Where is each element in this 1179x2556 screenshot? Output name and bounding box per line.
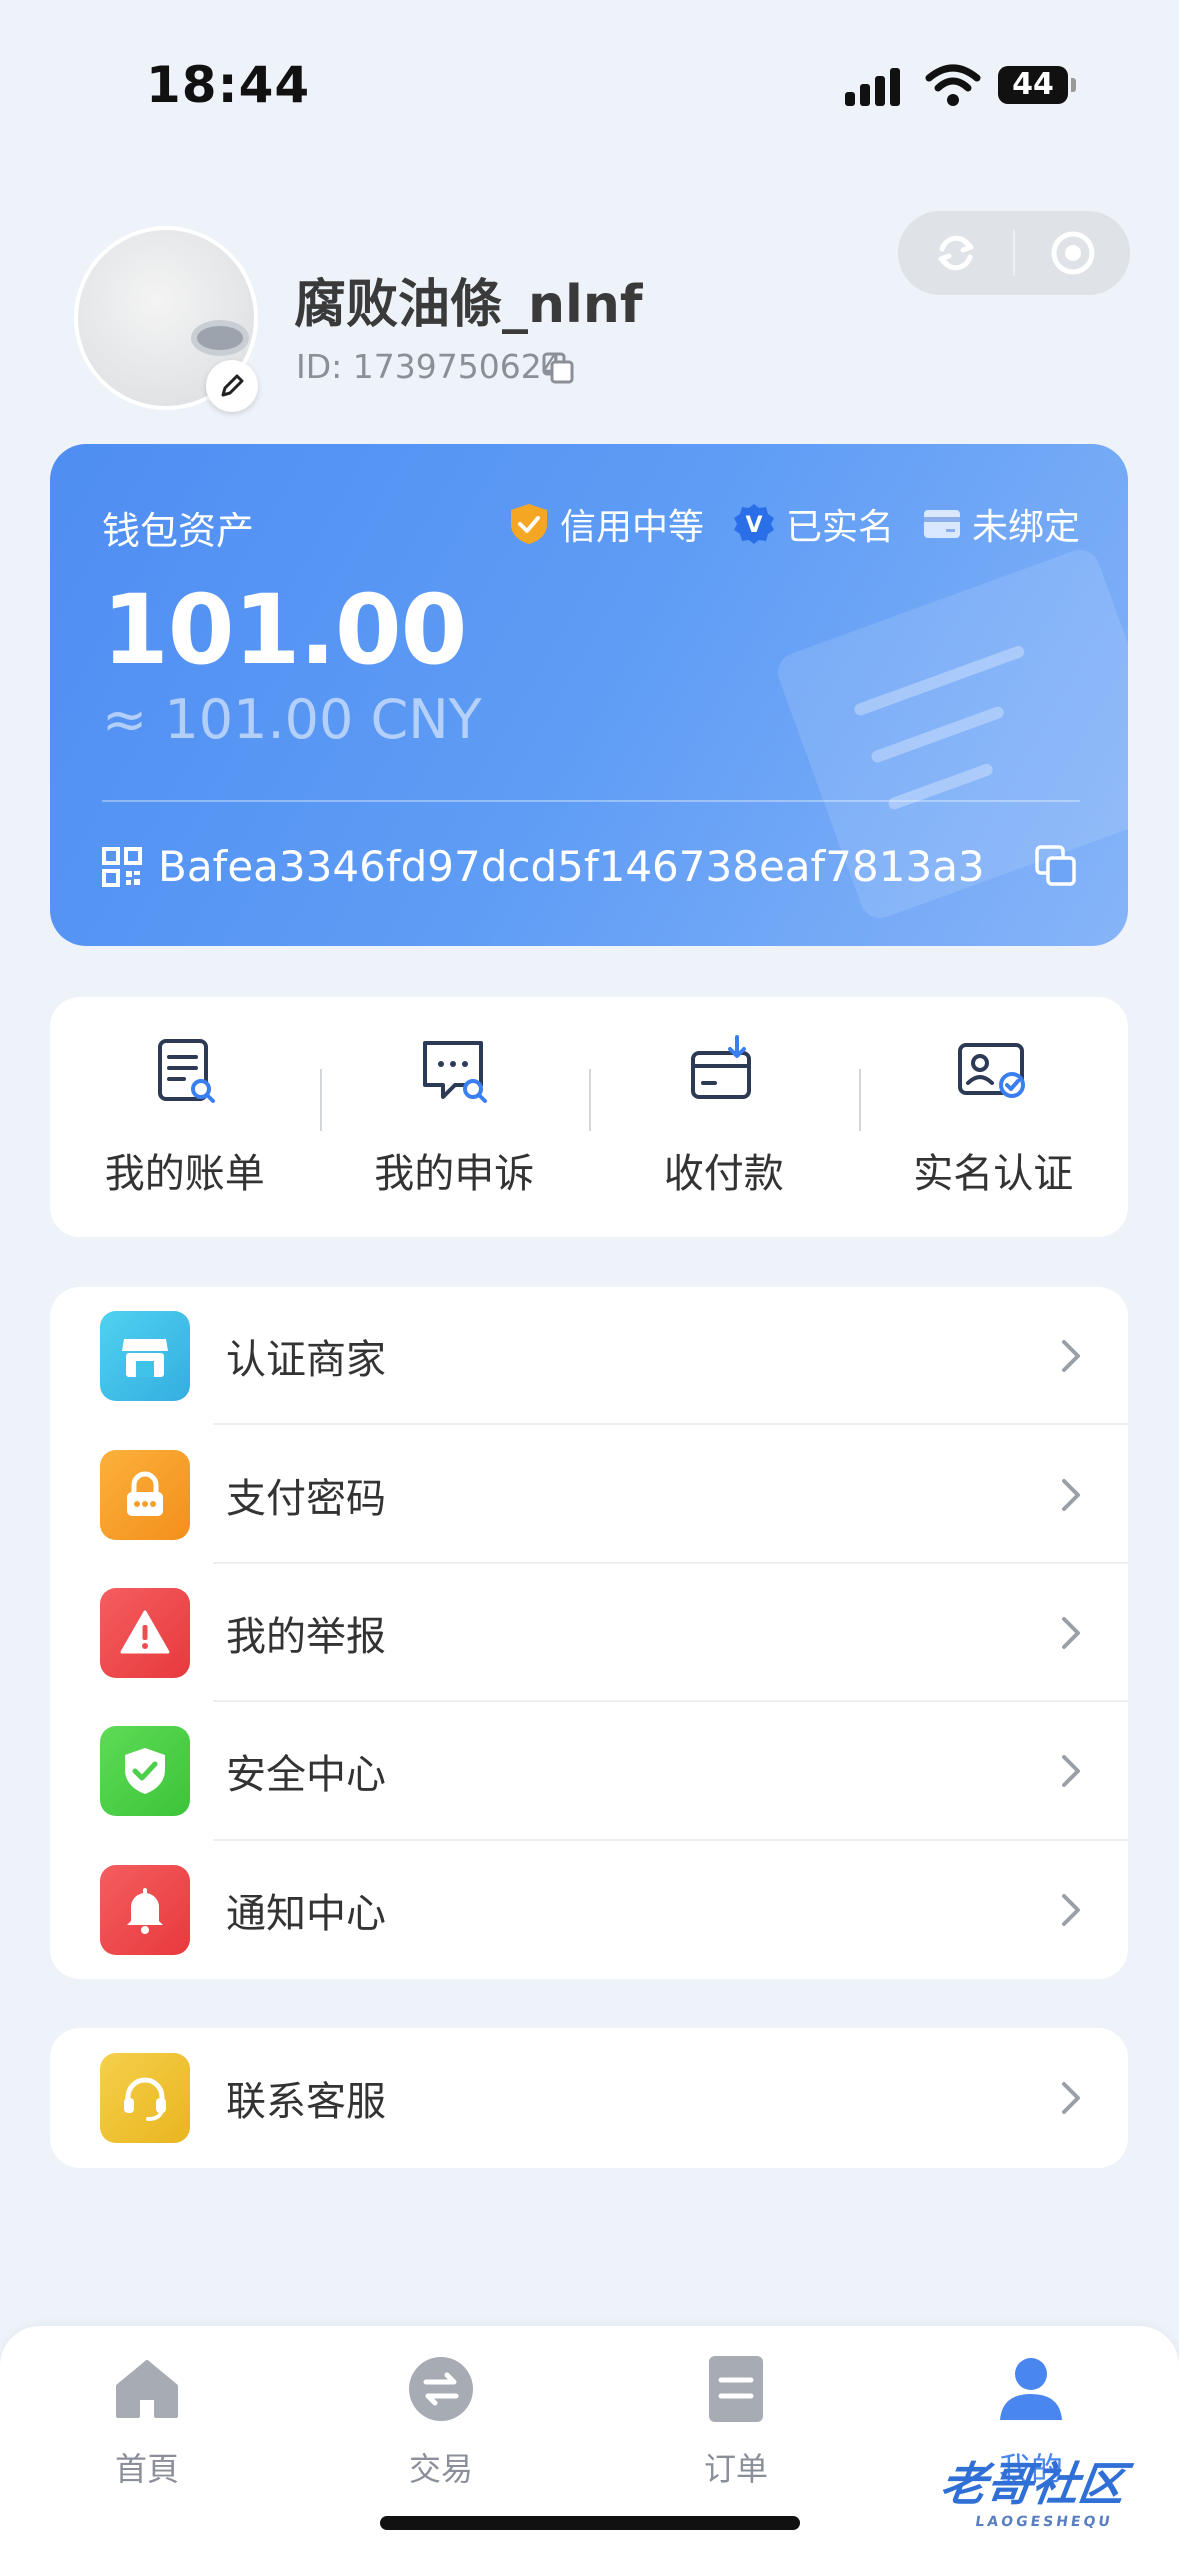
headset-icon xyxy=(100,2053,190,2143)
wallet-label: 钱包资产 xyxy=(102,509,255,553)
action-label: 收付款 xyxy=(663,1151,784,1197)
menu-item-my-reports[interactable]: 我的举报 xyxy=(50,1564,1128,1703)
action-my-bills[interactable]: 我的账单 xyxy=(50,997,320,1237)
avatar-ring-image xyxy=(191,320,249,356)
tab-trade[interactable]: 交易 xyxy=(341,2326,541,2490)
wallet-address: Bafea3346fd97dcd5f146738eaf7813a3 xyxy=(158,842,985,891)
warning-icon xyxy=(100,1587,190,1678)
username: 腐败油條_nlnf xyxy=(294,275,643,335)
action-divider xyxy=(589,1069,591,1131)
menu-item-label: 认证商家 xyxy=(226,1337,386,1384)
unbound-badge[interactable]: 未绑定 xyxy=(922,498,1080,550)
target-button[interactable] xyxy=(1015,211,1130,295)
chevron-right-icon xyxy=(1062,1755,1080,1788)
action-label: 实名认证 xyxy=(913,1151,1074,1197)
tab-label: 交易 xyxy=(408,2450,473,2488)
action-id-verify[interactable]: 实名认证 xyxy=(858,997,1129,1237)
shield-icon xyxy=(100,1726,190,1817)
wallet-badges: 信用中等 V 已实名 未绑定 xyxy=(508,498,1080,550)
menu-item-label: 联系客服 xyxy=(226,2079,386,2125)
menu-item-contact-support[interactable]: 联系客服 xyxy=(50,2028,1128,2168)
wallet-card[interactable]: 钱包资产 信用中等 V 已实名 未绑定 101.00 ≈ 101.00 CNY … xyxy=(50,444,1128,946)
watermark-sub: LAOGESHEQU xyxy=(974,2514,1114,2530)
status-bar: 18:44 44 xyxy=(0,0,1179,150)
quick-actions: 我的账单 我的申诉 收付款 实名认证 xyxy=(50,997,1128,1237)
bell-icon xyxy=(100,1864,190,1955)
id-verify-icon xyxy=(958,1043,1026,1098)
menu-item-label: 通知中心 xyxy=(226,1890,386,1937)
target-icon xyxy=(1051,231,1094,275)
watermark-main: 老哥社区 xyxy=(936,2457,1129,2511)
copy-id-icon[interactable] xyxy=(540,350,576,386)
refresh-button[interactable] xyxy=(898,211,1013,295)
home-indicator[interactable] xyxy=(380,2516,800,2530)
menu-item-label: 我的举报 xyxy=(226,1613,386,1660)
unbound-badge-label: 未绑定 xyxy=(971,507,1080,548)
tab-home[interactable]: 首頁 xyxy=(47,2326,247,2490)
chevron-right-icon xyxy=(1062,1340,1080,1373)
status-time: 18:44 xyxy=(146,56,311,114)
action-receive-pay[interactable]: 收付款 xyxy=(589,997,859,1237)
wallet-address-row: Bafea3346fd97dcd5f146738eaf7813a3 xyxy=(102,842,985,891)
action-label: 我的申诉 xyxy=(374,1151,535,1197)
tab-label: 订单 xyxy=(703,2450,768,2488)
store-icon xyxy=(100,1311,190,1402)
pencil-icon xyxy=(221,374,244,397)
wifi-icon xyxy=(925,64,981,106)
svg-text:V: V xyxy=(745,513,762,538)
menu-item-verified-merchant[interactable]: 认证商家 xyxy=(50,1287,1128,1426)
credit-badge-label: 信用中等 xyxy=(559,507,704,548)
action-divider xyxy=(319,1069,322,1131)
menu-item-payment-password[interactable]: 支付密码 xyxy=(50,1425,1128,1564)
header-action-pill xyxy=(898,211,1130,295)
settings-menu: 认证商家 支付密码 我的举报 安全中心 通知中心 xyxy=(50,1287,1128,1979)
wallet-divider xyxy=(102,800,1080,802)
menu-item-notification-center[interactable]: 通知中心 xyxy=(50,1841,1128,1979)
home-icon xyxy=(116,2360,178,2418)
menu-item-label: 支付密码 xyxy=(226,1475,386,1522)
wallet-cny-value: ≈ 101.00 CNY xyxy=(102,688,482,751)
user-id: ID: 1739750624 xyxy=(296,347,563,386)
credit-badge[interactable]: 信用中等 xyxy=(508,498,704,550)
appeal-icon xyxy=(423,1041,488,1103)
verified-badge[interactable]: V 已实名 xyxy=(732,498,894,550)
site-watermark: 老哥社区 LAOGESHEQU xyxy=(934,2448,1130,2530)
menu-item-security-center[interactable]: 安全中心 xyxy=(50,1702,1128,1841)
receive-pay-icon xyxy=(690,1035,751,1099)
lock-icon xyxy=(100,1449,190,1540)
support-menu: 联系客服 xyxy=(50,2028,1128,2168)
user-icon xyxy=(1000,2358,1062,2420)
card-icon xyxy=(923,510,960,538)
order-icon xyxy=(709,2356,763,2422)
qr-code-icon[interactable] xyxy=(102,846,142,887)
chevron-right-icon xyxy=(1062,1616,1080,1649)
action-my-appeals[interactable]: 我的申诉 xyxy=(319,997,590,1237)
battery-icon: 44 xyxy=(998,66,1076,104)
cellular-signal-icon xyxy=(845,66,905,106)
wallet-amount: 101.00 xyxy=(102,574,467,686)
refresh-icon xyxy=(938,235,973,271)
action-label: 我的账单 xyxy=(104,1151,265,1197)
verified-v-icon: V xyxy=(733,504,774,544)
exchange-icon xyxy=(409,2357,473,2421)
bill-icon xyxy=(157,1039,215,1103)
credit-shield-icon xyxy=(510,504,547,544)
tab-label: 首頁 xyxy=(114,2450,179,2488)
tab-orders[interactable]: 订单 xyxy=(636,2326,836,2490)
edit-avatar-button[interactable] xyxy=(206,360,258,412)
copy-address-icon[interactable] xyxy=(1034,844,1078,888)
menu-item-label: 安全中心 xyxy=(226,1752,386,1799)
action-divider xyxy=(858,1069,861,1131)
chevron-right-icon xyxy=(1062,2082,1080,2114)
chevron-right-icon xyxy=(1062,1478,1080,1511)
verified-badge-label: 已实名 xyxy=(785,507,894,548)
chevron-right-icon xyxy=(1062,1893,1080,1926)
